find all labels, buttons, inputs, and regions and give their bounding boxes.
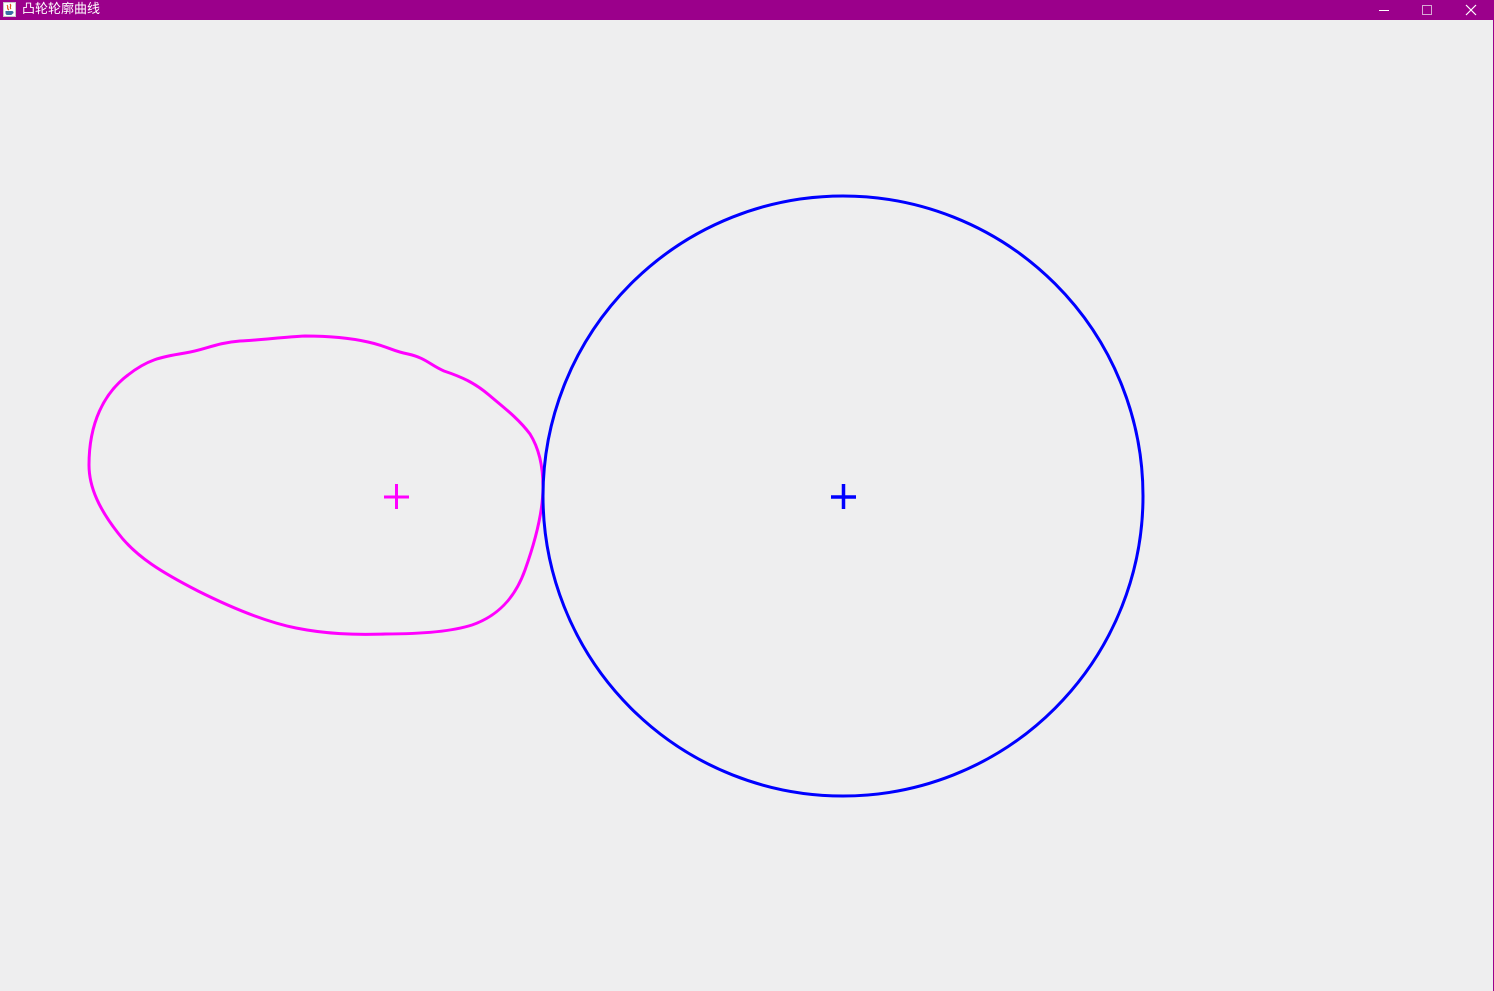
title-bar[interactable]: 凸轮轮廓曲线 bbox=[0, 0, 1494, 20]
maximize-button[interactable] bbox=[1405, 0, 1449, 20]
cam-profile-curve bbox=[87, 334, 545, 636]
window-title: 凸轮轮廓曲线 bbox=[22, 2, 101, 17]
maximize-icon bbox=[1422, 5, 1432, 15]
circle-center-cross bbox=[831, 484, 856, 509]
app-window: 凸轮轮廓曲线 bbox=[0, 0, 1494, 991]
close-button[interactable] bbox=[1449, 0, 1493, 20]
drawing-canvas bbox=[87, 194, 1145, 798]
java-app-icon bbox=[3, 2, 16, 17]
cam-center-cross bbox=[384, 484, 409, 509]
close-icon bbox=[1465, 4, 1477, 16]
minimize-button[interactable] bbox=[1362, 0, 1406, 20]
minimize-icon bbox=[1379, 10, 1389, 11]
